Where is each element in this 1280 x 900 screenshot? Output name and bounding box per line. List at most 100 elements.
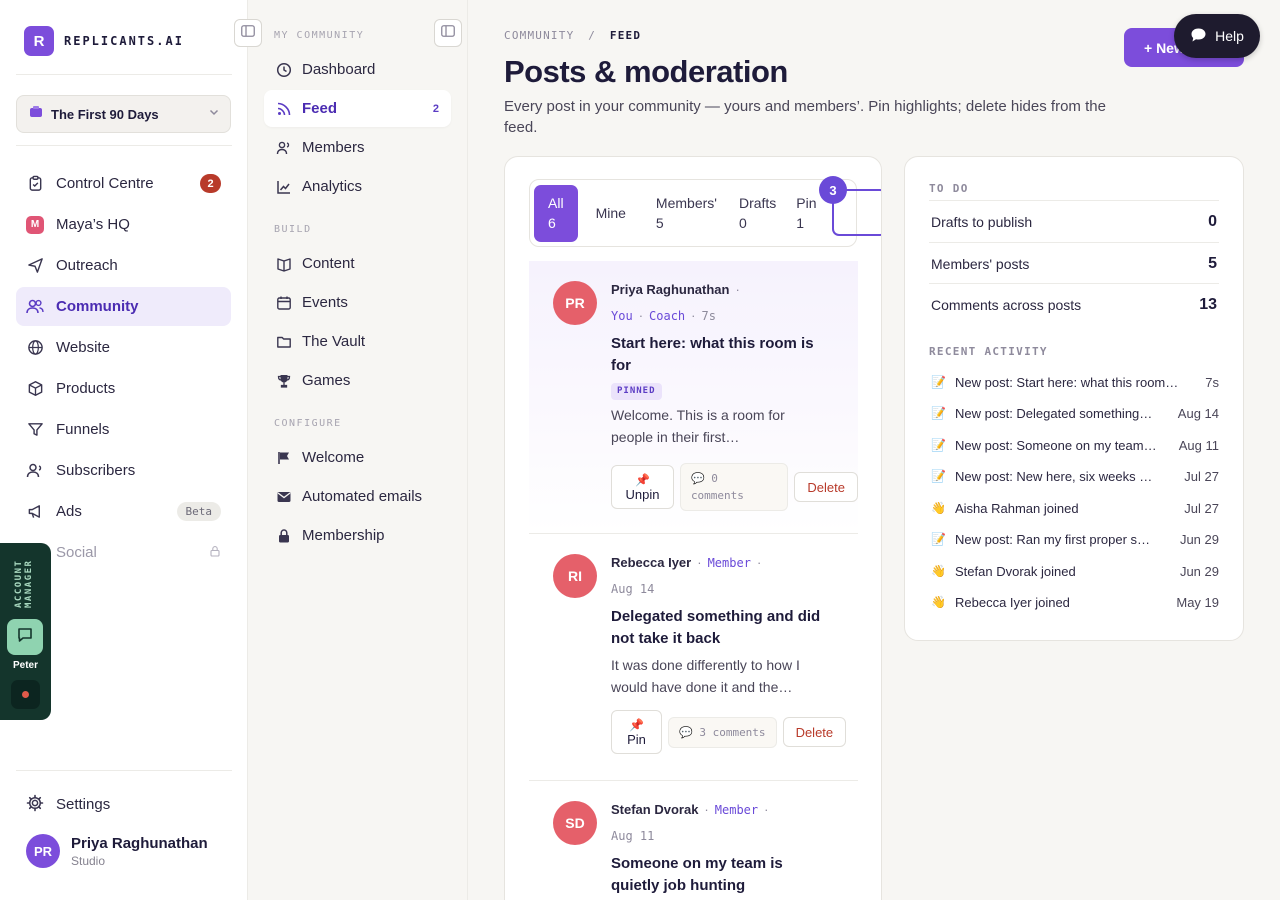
comment-icon: 💬 <box>690 472 705 485</box>
activity-item[interactable]: 👋 Rebecca Iyer joined May 19 <box>931 592 1219 612</box>
subnav-item-the-vault[interactable]: The Vault <box>264 323 451 360</box>
post-title[interactable]: Start here: what this room is for <box>611 333 826 377</box>
workspace-select[interactable]: The First 90 Days <box>16 95 231 133</box>
post-item[interactable]: PR Priya Raghunathan · You · Coach · 7s Start… <box>529 261 858 534</box>
post-item[interactable]: SD Stefan Dvorak · Member · Aug 11 Someone … <box>529 781 858 900</box>
delete-button[interactable]: Delete <box>782 717 847 747</box>
content-icon <box>276 256 292 272</box>
tab-label: All <box>548 195 564 211</box>
activity-item[interactable]: 📝 New post: Ran my first proper s… Jun 29 <box>931 529 1219 549</box>
settings-link[interactable]: Settings <box>16 785 231 824</box>
subnav-label: Welcome <box>302 449 365 466</box>
activity-item[interactable]: 📝 New post: Someone on my team… Aug 11 <box>931 435 1219 455</box>
tab-members[interactable]: Members' 5 <box>644 185 727 242</box>
activity-item[interactable]: 📝 New post: New here, six weeks … Jul 27 <box>931 466 1219 486</box>
comments-count[interactable]: 💬 0 comments <box>679 463 789 511</box>
welcome-icon <box>276 450 292 466</box>
post-body: Rebecca Iyer · Member · Aug 14 Delegated so… <box>611 550 826 698</box>
tab-drafts[interactable]: Drafts 0 <box>731 185 788 242</box>
todo-label: Drafts to publish <box>931 213 1033 230</box>
post-item[interactable]: RI Rebecca Iyer · Member · Aug 14 Delegated… <box>529 534 858 781</box>
subnav-label: Members <box>302 139 365 156</box>
post-title[interactable]: Delegated something and did not take it … <box>611 606 826 650</box>
todo-row[interactable]: Comments across posts 13 <box>929 283 1219 325</box>
subnav-item-analytics[interactable]: Analytics <box>264 168 451 205</box>
post-title[interactable]: Someone on my team is quietly job huntin… <box>611 853 826 897</box>
breadcrumb-current: FEED <box>609 29 642 42</box>
unpin-button[interactable]: 📌 Unpin <box>611 465 674 509</box>
nav-label: Website <box>56 339 110 356</box>
breadcrumb-parent[interactable]: COMMUNITY <box>504 29 574 42</box>
nav-item-website[interactable]: Website <box>16 328 231 367</box>
subnav-item-welcome[interactable]: Welcome <box>264 439 451 476</box>
account-manager-chat-button[interactable] <box>7 619 43 655</box>
post-meta: Stefan Dvorak · Member · Aug 11 <box>611 802 769 843</box>
brand[interactable]: R REPLICANTS.AI <box>24 26 184 56</box>
activity-heading: RECENT ACTIVITY <box>929 345 1048 358</box>
post-meta: Priya Raghunathan · You · Coach · 7s <box>611 282 740 323</box>
tab-pinned[interactable]: Pin 1 <box>792 185 820 242</box>
nav-item-outreach[interactable]: Outreach <box>16 246 231 285</box>
members-icon <box>276 140 292 156</box>
subnav-item-automated-emails[interactable]: Automated emails <box>264 478 451 515</box>
maya-logo-letter: M <box>26 215 44 234</box>
nav-label: Funnels <box>56 421 110 438</box>
tab-mine[interactable]: Mine <box>582 185 640 242</box>
activity-item[interactable]: 👋 Aisha Rahman joined Jul 27 <box>931 498 1219 518</box>
workspace-icon <box>29 105 43 124</box>
activity-text: New post: Start here: what this room… <box>955 374 1179 390</box>
subnav-item-events[interactable]: Events <box>264 284 451 321</box>
post-author: Rebecca Iyer <box>611 555 692 570</box>
todo-row[interactable]: Drafts to publish 0 <box>929 200 1219 242</box>
nav-item-control-centre[interactable]: Control Centre 2 <box>16 164 231 203</box>
account-manager-name: Peter <box>12 660 38 671</box>
nav-item-ads[interactable]: Ads Beta <box>16 492 231 531</box>
globe-icon <box>26 339 44 357</box>
pin-button[interactable]: 📌 Pin <box>611 710 662 754</box>
todo-row[interactable]: Members' posts 5 <box>929 242 1219 284</box>
subnav-item-membership[interactable]: Membership <box>264 517 451 554</box>
activity-item[interactable]: 📝 New post: Delegated something… Aug 14 <box>931 403 1219 423</box>
pin-icon: 📌 <box>629 717 644 732</box>
post-body: Stefan Dvorak · Member · Aug 11 Someone on … <box>611 797 826 897</box>
account-manager-label: ACCOUNT MANAGER <box>14 559 34 609</box>
tab-all[interactable]: All 6 <box>534 184 578 242</box>
nav-item-subscribers[interactable]: Subscribers <box>16 451 231 490</box>
subnav-item-members[interactable]: Members <box>264 129 451 166</box>
delete-button[interactable]: Delete <box>794 472 858 502</box>
unpin-label: Unpin <box>625 486 660 502</box>
send-icon <box>26 257 44 275</box>
subnav-item-games[interactable]: Games <box>264 362 451 399</box>
user-profile[interactable]: PR Priya Raghunathan Studio <box>26 834 208 868</box>
activity-text: Stefan Dvorak joined <box>955 563 1076 579</box>
record-button[interactable] <box>11 680 40 709</box>
nav-item-community[interactable]: Community <box>16 287 231 326</box>
overview-panel: TO DO Drafts to publish 0 Members' posts… <box>904 156 1244 641</box>
activity-item[interactable]: 👋 Stefan Dvorak joined Jun 29 <box>931 561 1219 581</box>
subnav-item-dashboard[interactable]: Dashboard <box>264 51 451 88</box>
divider <box>16 145 232 146</box>
todo-heading: TO DO <box>929 182 969 195</box>
avatar: RI <box>553 554 597 598</box>
nav-item-funnels[interactable]: Funnels <box>16 410 231 449</box>
tab-label: Drafts <box>738 195 777 211</box>
comments-count[interactable]: 💬 3 comments <box>668 716 777 748</box>
subnav-label: Feed <box>302 100 338 117</box>
annotation-marker: 3 <box>819 176 847 204</box>
subnav-collapse-button[interactable] <box>434 19 462 47</box>
clipboard-icon <box>26 175 44 193</box>
subnav-item-content[interactable]: Content <box>264 245 451 282</box>
analytics-icon <box>276 179 292 195</box>
box-icon <box>26 380 44 398</box>
folder-icon <box>276 334 292 350</box>
activity-text: Rebecca Iyer joined <box>955 594 1070 610</box>
help-button[interactable]: Help <box>1174 14 1260 58</box>
activity-item[interactable]: 📝 New post: Start here: what this room… 7s <box>931 372 1219 392</box>
nav-item-mayas-hq[interactable]: M Maya’s HQ <box>16 205 231 244</box>
subnav-item-feed[interactable]: Feed 2 <box>264 90 451 127</box>
nav-label: Control Centre <box>56 175 154 192</box>
calendar-icon <box>276 295 292 311</box>
post-author-tag: You <box>611 309 633 323</box>
sidebar-collapse-button[interactable] <box>234 19 262 47</box>
nav-item-products[interactable]: Products <box>16 369 231 408</box>
